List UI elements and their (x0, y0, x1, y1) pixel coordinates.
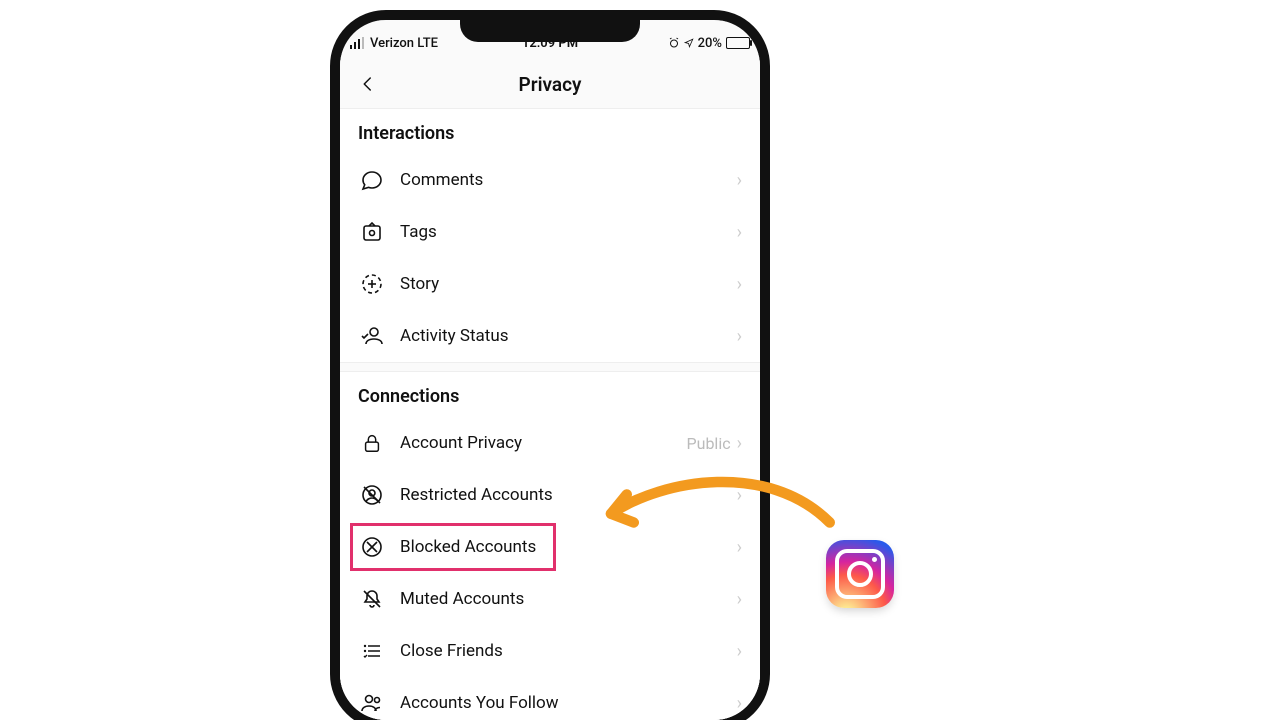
close-friends-icon (358, 639, 386, 663)
chevron-right-icon: › (737, 274, 742, 295)
row-accounts-you-follow[interactable]: Accounts You Follow › (340, 677, 760, 720)
row-activity-status[interactable]: Activity Status › (340, 310, 760, 362)
row-label: Muted Accounts (400, 589, 737, 609)
phone-frame: Verizon LTE 12:09 PM 20% Privacy (330, 10, 770, 720)
row-label: Blocked Accounts (400, 537, 737, 557)
row-story[interactable]: Story › (340, 258, 760, 310)
row-label: Tags (400, 222, 737, 242)
row-blocked-accounts[interactable]: Blocked Accounts › (340, 521, 760, 573)
back-button[interactable] (356, 72, 380, 96)
chevron-right-icon: › (737, 693, 742, 714)
blocked-icon (358, 535, 386, 559)
instagram-logo (826, 540, 894, 608)
comment-icon (358, 168, 386, 192)
chevron-right-icon: › (737, 537, 742, 558)
row-close-friends[interactable]: Close Friends › (340, 625, 760, 677)
chevron-right-icon: › (737, 589, 742, 610)
accounts-follow-icon (358, 691, 386, 715)
chevron-left-icon (359, 75, 377, 93)
instagram-icon (835, 549, 885, 599)
row-label: Story (400, 274, 737, 294)
row-label: Account Privacy (400, 433, 687, 453)
row-label: Activity Status (400, 326, 737, 346)
battery-icon (726, 37, 750, 49)
location-icon (684, 38, 694, 48)
row-value: Public (687, 434, 731, 453)
row-label: Restricted Accounts (400, 485, 737, 505)
activity-status-icon (358, 324, 386, 348)
row-muted-accounts[interactable]: Muted Accounts › (340, 573, 760, 625)
chevron-right-icon: › (737, 326, 742, 347)
chevron-right-icon: › (737, 485, 742, 506)
chevron-right-icon: › (737, 170, 742, 191)
alarm-icon (668, 37, 680, 49)
row-restricted-accounts[interactable]: Restricted Accounts › (340, 469, 760, 521)
row-tags[interactable]: Tags › (340, 206, 760, 258)
row-label: Close Friends (400, 641, 737, 661)
section-header-interactions: Interactions (340, 109, 760, 154)
story-icon (358, 272, 386, 296)
restricted-icon (358, 483, 386, 507)
row-account-privacy[interactable]: Account Privacy Public › (340, 417, 760, 469)
row-label: Accounts You Follow (400, 693, 737, 713)
muted-icon (358, 587, 386, 611)
phone-screen: Verizon LTE 12:09 PM 20% Privacy (340, 20, 760, 720)
row-comments[interactable]: Comments › (340, 154, 760, 206)
page-title: Privacy (519, 73, 582, 96)
battery-percent: 20% (698, 36, 722, 51)
row-label: Comments (400, 170, 737, 190)
section-header-connections: Connections (340, 372, 760, 417)
settings-list: Interactions Comments › Tags › Stor (340, 109, 760, 720)
chevron-right-icon: › (737, 433, 742, 454)
phone-notch (460, 20, 640, 42)
chevron-right-icon: › (737, 222, 742, 243)
section-divider (340, 362, 760, 372)
tag-icon (358, 220, 386, 244)
lock-icon (358, 431, 386, 455)
nav-header: Privacy (340, 60, 760, 109)
chevron-right-icon: › (737, 641, 742, 662)
